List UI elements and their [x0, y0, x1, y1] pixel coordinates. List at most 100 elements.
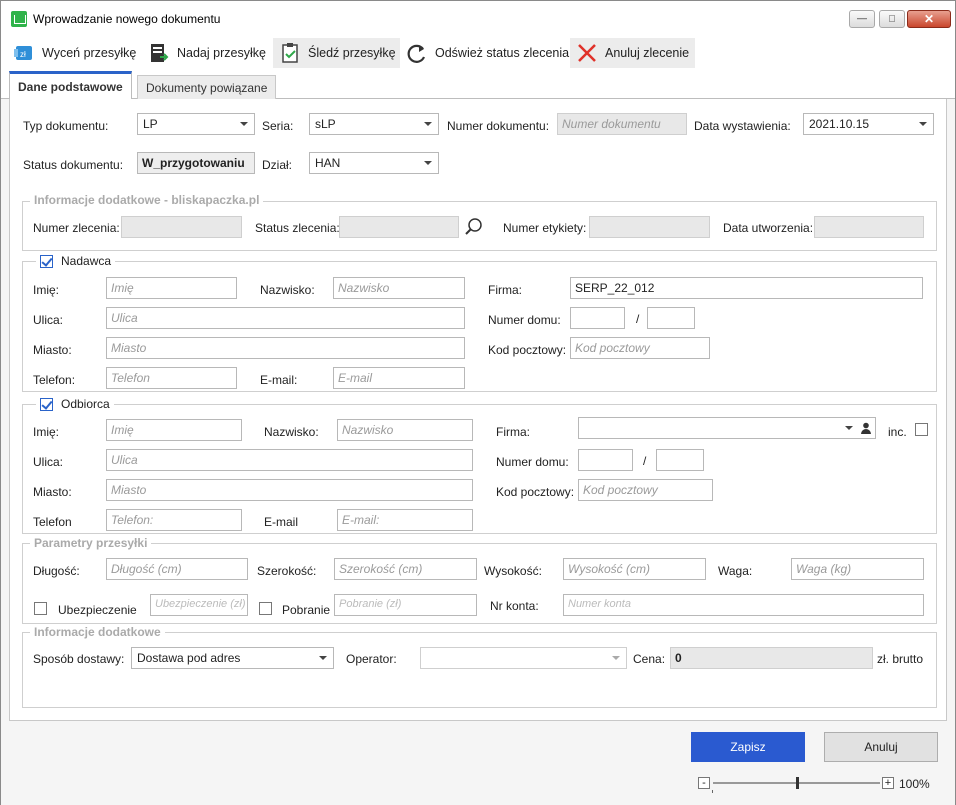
width-label: Szerokość:: [257, 564, 317, 578]
recipient-zip-label: Kod pocztowy:: [496, 485, 575, 499]
width-input[interactable]: Szerokość (cm): [334, 558, 477, 580]
sender-email-input[interactable]: E-mail: [333, 367, 465, 389]
price-unit: zł. brutto: [877, 652, 924, 666]
title-bar: Wprowadzanie nowego dokumentu — □ ✕: [1, 1, 955, 37]
recipient-city-label: Miasto:: [33, 485, 72, 499]
operator-label: Operator:: [346, 652, 397, 666]
sender-phone-input[interactable]: Telefon: [106, 367, 237, 389]
search-icon[interactable]: [463, 216, 485, 238]
recipient-company-label: Firma:: [496, 425, 530, 439]
zoom-out-button[interactable]: -: [698, 777, 710, 789]
doc-type-value: LP: [143, 117, 158, 131]
close-button[interactable]: ✕: [907, 10, 951, 28]
doc-status-value: W_przygotowaniu: [137, 152, 255, 174]
zoom-in-button[interactable]: +: [882, 777, 894, 789]
refresh-icon: [406, 42, 428, 64]
toolbar: zł Wyceń przesyłkę Nadaj przesyłkę Śledź…: [1, 37, 955, 71]
delivery-method-label: Sposób dostawy:: [33, 652, 125, 666]
doc-number-input[interactable]: Numer dokumentu: [557, 113, 687, 135]
doc-type-label: Typ dokumentu:: [23, 119, 109, 133]
recipient-house-number-input[interactable]: [578, 449, 633, 471]
refresh-status-button[interactable]: Odśwież status zlecenia: [400, 38, 576, 68]
tab-content: Typ dokumentu: LP Seria: sLP Numer dokum…: [9, 99, 947, 721]
tab-basic-data[interactable]: Dane podstawowe: [9, 71, 132, 100]
series-value: sLP: [315, 117, 336, 131]
tab-related-documents[interactable]: Dokumenty powiązane: [137, 75, 277, 99]
account-number-input[interactable]: Numer konta: [563, 594, 924, 616]
doc-number-label: Numer dokumentu:: [447, 119, 550, 133]
cancel-x-icon: [576, 42, 598, 64]
insurance-checkbox[interactable]: [34, 602, 47, 615]
recipient-phone-input[interactable]: Telefon:: [106, 509, 242, 531]
recipient-zip-input[interactable]: Kod pocztowy: [578, 479, 713, 501]
issue-date-picker[interactable]: 2021.10.15: [803, 113, 934, 135]
issue-date-label: Data wystawienia:: [694, 119, 791, 133]
department-select[interactable]: HAN: [309, 152, 439, 174]
weight-input[interactable]: Waga (kg): [791, 558, 924, 580]
sender-checkbox[interactable]: [40, 255, 53, 269]
cod-input[interactable]: Pobranie (zł): [334, 594, 477, 616]
maximize-button[interactable]: □: [879, 10, 905, 28]
sender-house-number-input[interactable]: [570, 307, 625, 329]
operator-select[interactable]: [420, 647, 627, 669]
zoom-level: 100%: [899, 777, 930, 791]
cancel-order-button[interactable]: Anuluj zlecenie: [570, 38, 696, 68]
track-shipment-button[interactable]: Śledź przesyłkę: [273, 38, 402, 68]
cod-checkbox[interactable]: [259, 602, 272, 615]
recipient-first-name-input[interactable]: Imię: [106, 419, 242, 441]
minimize-button[interactable]: —: [849, 10, 875, 28]
recipient-company-select[interactable]: [578, 417, 876, 439]
department-label: Dział:: [262, 158, 293, 172]
cancel-button[interactable]: Anuluj: [824, 732, 938, 762]
doc-type-select[interactable]: LP: [137, 113, 255, 135]
additional-info-group: [22, 632, 937, 708]
height-input[interactable]: Wysokość (cm): [563, 558, 706, 580]
recipient-email-input[interactable]: E-mail:: [337, 509, 473, 531]
sender-first-name-input[interactable]: Imię: [106, 277, 237, 299]
sender-flat-number-input[interactable]: [647, 307, 695, 329]
send-shipment-button[interactable]: Nadaj przesyłkę: [142, 38, 272, 68]
recipient-house-number-label: Numer domu:: [496, 455, 569, 469]
delivery-method-value: Dostawa pod adres: [137, 651, 241, 665]
order-number-label: Numer zlecenia:: [33, 221, 120, 235]
close-icon: ✕: [923, 12, 935, 26]
window-title: Wprowadzanie nowego dokumentu: [33, 12, 221, 26]
recipient-checkbox[interactable]: [40, 398, 53, 412]
recipient-street-input[interactable]: Ulica: [106, 449, 473, 471]
price-shipment-button[interactable]: zł Wyceń przesyłkę: [7, 38, 142, 68]
sender-street-input[interactable]: Ulica: [106, 307, 465, 329]
price-value: 0: [670, 647, 873, 669]
recipient-flat-number-input[interactable]: [656, 449, 704, 471]
sender-house-slash: /: [636, 312, 640, 326]
sender-company-label: Firma:: [488, 283, 522, 297]
minimize-icon: —: [857, 13, 867, 25]
cancel-order-label: Anuluj zlecenie: [605, 46, 690, 60]
length-input[interactable]: Długość (cm): [106, 558, 248, 580]
creation-date-label: Data utworzenia:: [723, 221, 814, 235]
zoom-tick: [712, 790, 713, 793]
price-label: Cena:: [633, 652, 666, 666]
sender-zip-input[interactable]: Kod pocztowy: [570, 337, 710, 359]
insurance-input[interactable]: Ubezpieczenie (zł): [150, 594, 248, 616]
recipient-inc-checkbox[interactable]: [915, 423, 928, 436]
price-icon: zł: [13, 42, 35, 64]
recipient-city-input[interactable]: Miasto: [106, 479, 473, 501]
delivery-method-select[interactable]: Dostawa pod adres: [131, 647, 334, 669]
recipient-house-slash: /: [643, 454, 647, 468]
parcel-params-legend: Parametry przesyłki: [30, 536, 152, 550]
refresh-status-label: Odśwież status zlecenia: [435, 46, 570, 60]
doc-status-label: Status dokumentu:: [23, 158, 124, 172]
send-icon: [148, 42, 170, 64]
save-button[interactable]: Zapisz: [691, 732, 805, 762]
sender-legend-label: Nadawca: [61, 254, 112, 268]
person-icon[interactable]: [861, 422, 871, 434]
sender-city-label: Miasto:: [33, 343, 72, 357]
zoom-slider-thumb[interactable]: [795, 777, 799, 789]
sender-city-input[interactable]: Miasto: [106, 337, 465, 359]
sender-company-input[interactable]: SERP_22_012: [570, 277, 923, 299]
series-select[interactable]: sLP: [309, 113, 439, 135]
label-number-label: Numer etykiety:: [503, 221, 587, 235]
sender-last-name-input[interactable]: Nazwisko: [333, 277, 465, 299]
tab-bar: Dane podstawowe Dokumenty powiązane: [1, 71, 955, 100]
recipient-last-name-input[interactable]: Nazwisko: [337, 419, 473, 441]
